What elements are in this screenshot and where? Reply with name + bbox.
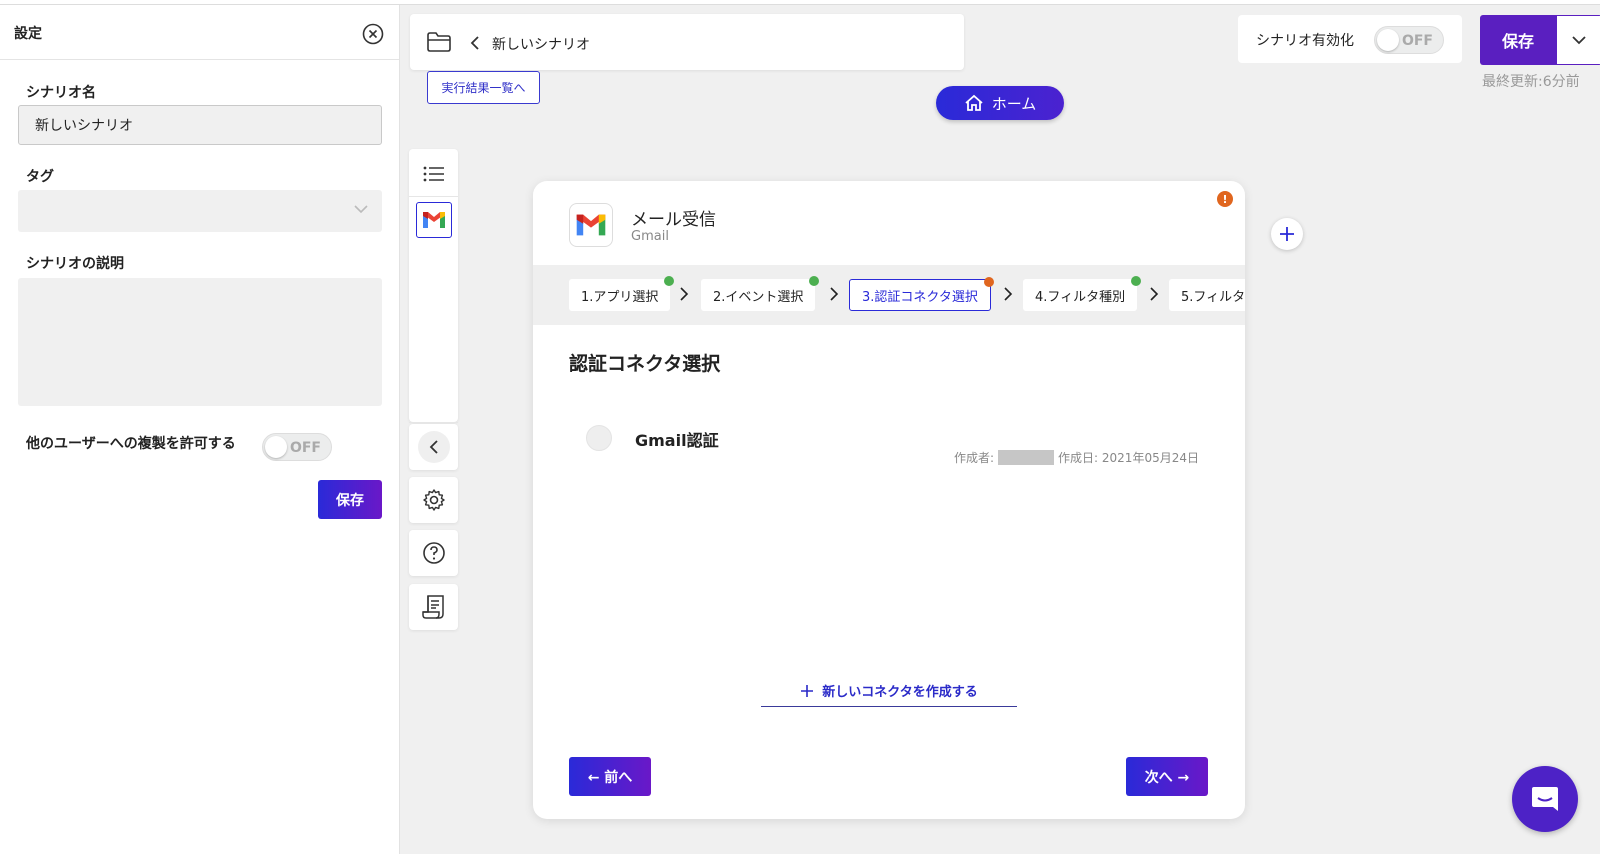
step-label: 5.フィルタ xyxy=(1181,289,1245,305)
check-icon xyxy=(809,276,820,286)
chat-support-button[interactable] xyxy=(1512,766,1578,832)
step-label: 1.アプリ選択 xyxy=(581,289,659,305)
check-icon xyxy=(1131,276,1142,286)
warning-icon: ! xyxy=(1217,191,1233,207)
chevron-left-icon xyxy=(429,440,438,454)
list-icon[interactable] xyxy=(409,159,458,189)
scenario-name-input[interactable] xyxy=(18,105,382,145)
redacted-author xyxy=(998,449,1055,465)
gear-icon[interactable] xyxy=(409,485,458,515)
step-label: 3.認証コネクタ選択 xyxy=(862,289,978,305)
collapse-button[interactable] xyxy=(409,428,458,466)
created-by-label: 作成者: xyxy=(954,450,995,465)
step-filter-type[interactable]: 4.フィルタ種別 xyxy=(1023,276,1142,311)
scenario-enable-card: シナリオ有効化 OFF xyxy=(1238,15,1462,63)
description-textarea[interactable] xyxy=(18,278,382,406)
home-button[interactable]: ホーム xyxy=(936,86,1064,120)
step-filter[interactable]: 5.フィルタ xyxy=(1169,279,1245,311)
scenario-title: 新しいシナリオ xyxy=(492,37,590,53)
allow-copy-toggle[interactable]: OFF xyxy=(262,433,332,461)
left-toolbar xyxy=(409,149,458,630)
step-label: 2.イベント選択 xyxy=(713,289,804,305)
chevron-right-icon xyxy=(1004,287,1013,301)
toolbar-steps-block xyxy=(409,149,458,423)
folder-icon[interactable] xyxy=(426,31,452,53)
settings-header: 設定 xyxy=(0,5,399,60)
chevron-left-icon[interactable] xyxy=(470,36,480,50)
chevron-right-icon xyxy=(680,287,689,301)
connector-name: Gmail認証 xyxy=(635,431,719,450)
step-label: 4.フィルタ種別 xyxy=(1035,289,1126,305)
close-icon[interactable] xyxy=(362,23,384,45)
scenario-name-label: シナリオ名 xyxy=(26,85,96,101)
results-list-link[interactable]: 実行結果一覧へ xyxy=(427,71,540,104)
warning-icon xyxy=(983,277,994,287)
save-split-button: 保存 xyxy=(1480,15,1600,65)
save-options-button[interactable] xyxy=(1556,15,1600,65)
steps-bar: 1.アプリ選択 2.イベント選択 3.認証コネクタ選択 4.フィルタ種別 5.フ… xyxy=(533,265,1245,325)
chat-icon xyxy=(1532,787,1558,811)
scenario-header: 新しいシナリオ xyxy=(410,14,964,70)
connector-radio[interactable] xyxy=(586,425,612,451)
chevron-down-icon xyxy=(1572,36,1586,45)
chevron-right-icon xyxy=(830,287,839,301)
home-icon xyxy=(965,94,983,111)
scenario-enable-toggle[interactable]: OFF xyxy=(1374,26,1444,54)
gmail-step-icon[interactable] xyxy=(409,202,458,238)
toolbar-help-block xyxy=(409,530,458,576)
toggle-knob xyxy=(1377,29,1399,51)
check-icon xyxy=(664,276,675,286)
home-label: ホーム xyxy=(991,94,1037,113)
settings-panel: 設定 シナリオ名 タグ シナリオの説明 他のユーザーへの複製を許可する OFF … xyxy=(0,5,400,854)
toolbar-log-block xyxy=(409,584,458,630)
settings-title: 設定 xyxy=(14,26,42,42)
chevron-down-icon xyxy=(354,205,368,214)
step-auth-connector[interactable]: 3.認証コネクタ選択 xyxy=(849,277,994,311)
created-date: 作成日: 2021年05月24日 xyxy=(1058,450,1199,465)
app-title: メール受信 xyxy=(631,210,716,230)
toggle-state: OFF xyxy=(289,440,321,456)
gmail-logo xyxy=(569,203,613,247)
toolbar-collapse-block xyxy=(409,424,458,470)
prev-button[interactable]: ← 前へ xyxy=(569,757,651,796)
new-connector-link[interactable]: 新しいコネクタを作成する xyxy=(761,675,1017,707)
description-label: シナリオの説明 xyxy=(26,256,124,272)
allow-copy-label: 他のユーザーへの複製を許可する xyxy=(26,436,236,452)
chevron-right-icon xyxy=(1150,287,1159,301)
last-updated: 最終更新:6分前 xyxy=(1482,74,1580,90)
new-connector-label: 新しいコネクタを作成する xyxy=(822,685,978,700)
app-subtitle: Gmail xyxy=(631,229,669,244)
next-button[interactable]: 次へ → xyxy=(1126,757,1208,796)
add-step-button[interactable] xyxy=(1271,218,1303,250)
plus-icon xyxy=(801,684,814,697)
settings-save-button[interactable]: 保存 xyxy=(318,480,382,519)
log-icon[interactable] xyxy=(409,592,458,622)
toggle-state: OFF xyxy=(1401,33,1433,49)
step-card: メール受信 Gmail ! 1.アプリ選択 2.イベント選択 3.認証コネクタ選… xyxy=(533,181,1245,819)
toolbar-settings-block xyxy=(409,477,458,523)
step-event-select[interactable]: 2.イベント選択 xyxy=(701,276,820,311)
save-button[interactable]: 保存 xyxy=(1480,15,1556,65)
plus-icon xyxy=(1280,227,1294,241)
step-app-select[interactable]: 1.アプリ選択 xyxy=(569,276,675,311)
scenario-enable-label: シナリオ有効化 xyxy=(1256,33,1354,49)
section-title: 認証コネクタ選択 xyxy=(569,353,721,375)
toggle-knob xyxy=(265,436,287,458)
tag-label: タグ xyxy=(26,169,54,185)
connector-meta: 作成者: 作成日: 2021年05月24日 xyxy=(954,449,1199,465)
help-icon[interactable] xyxy=(409,538,458,568)
tag-select[interactable] xyxy=(18,190,382,232)
